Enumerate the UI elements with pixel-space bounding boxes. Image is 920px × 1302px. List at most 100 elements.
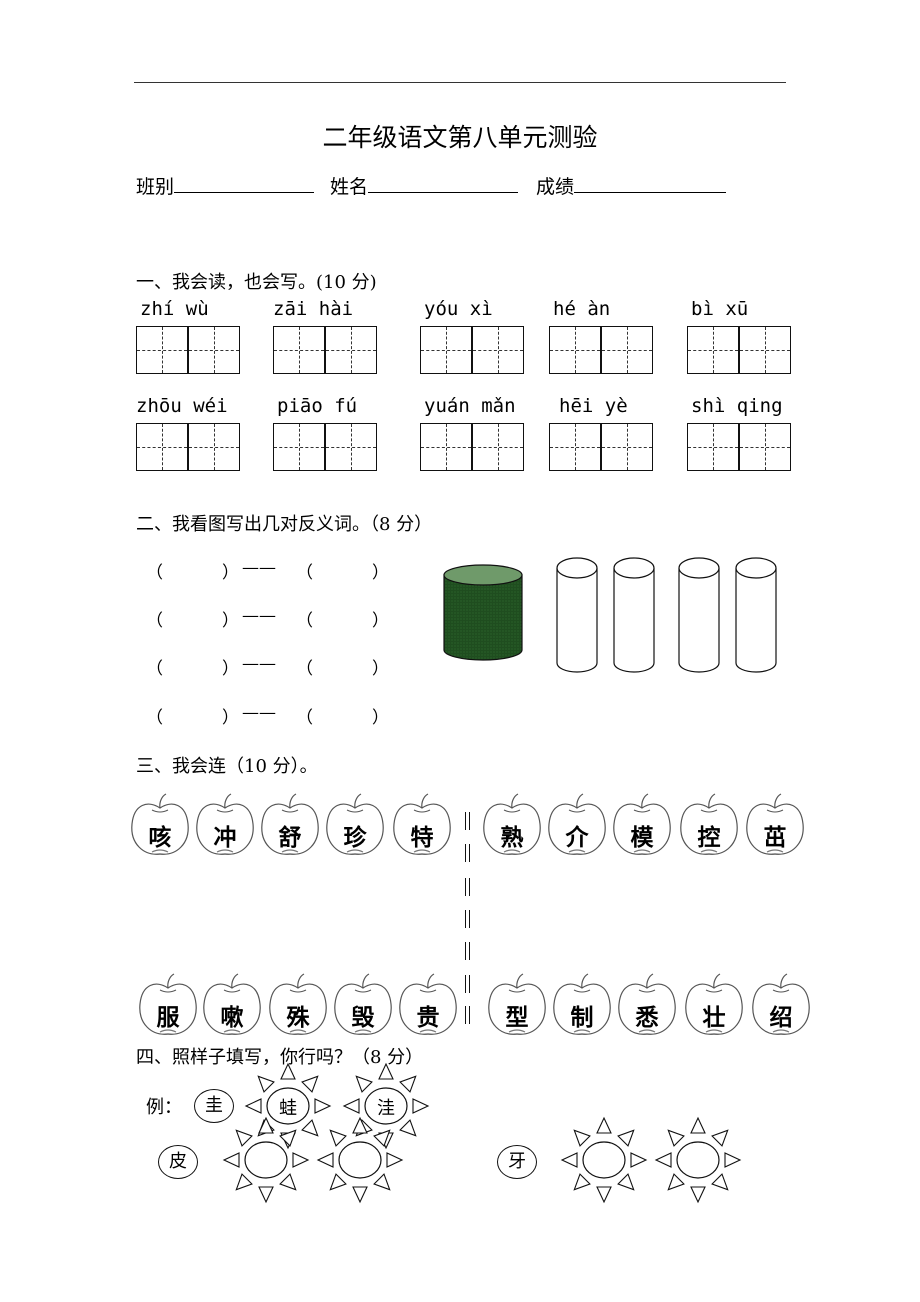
section1-title: 一、我会读，也会写。(10 分) xyxy=(136,272,377,293)
apple-card[interactable]: 殊 xyxy=(266,972,330,1040)
sun-answer-box[interactable] xyxy=(559,1115,649,1205)
apple-card[interactable]: 服 xyxy=(136,972,200,1040)
open-paren-2: （ xyxy=(296,611,313,631)
score-field: 成绩 xyxy=(536,172,727,199)
divider-mark xyxy=(465,910,470,928)
apple-character: 模 xyxy=(630,825,654,851)
close-paren-1: ） xyxy=(222,708,239,728)
sun-answer-box[interactable] xyxy=(315,1115,405,1205)
apple-card[interactable]: 制 xyxy=(550,972,614,1040)
example-label: 例： xyxy=(146,1097,182,1118)
pinyin-label: zhí wù xyxy=(140,298,209,320)
apple-card[interactable]: 舒 xyxy=(258,792,322,860)
apple-character: 悉 xyxy=(635,1005,659,1031)
short-wide-cylinder xyxy=(443,564,523,661)
apple-character: 绍 xyxy=(769,1005,793,1031)
class-blank[interactable] xyxy=(174,174,315,193)
writing-box[interactable] xyxy=(188,326,240,374)
answer-blank-2[interactable] xyxy=(314,654,370,674)
writing-box[interactable] xyxy=(136,423,188,471)
apple-character: 珍 xyxy=(343,825,367,851)
divider-mark xyxy=(465,878,470,896)
answer-blank-2[interactable] xyxy=(314,558,370,578)
answer-blank-1[interactable] xyxy=(164,606,220,626)
writing-box[interactable] xyxy=(420,423,472,471)
sun-answer-box[interactable] xyxy=(221,1115,311,1205)
open-paren-1: （ xyxy=(146,611,163,631)
apple-card[interactable]: 毁 xyxy=(331,972,395,1040)
apple-character: 型 xyxy=(505,1005,529,1031)
answer-blank-1[interactable] xyxy=(164,703,220,723)
apple-card[interactable]: 冲 xyxy=(193,792,257,860)
score-blank[interactable] xyxy=(574,174,727,193)
close-paren-2: ） xyxy=(372,611,389,631)
close-paren-2: ） xyxy=(372,708,389,728)
pinyin-label: yuán mǎn xyxy=(424,395,516,417)
tall-cylinder-2 xyxy=(613,557,655,673)
apple-character: 冲 xyxy=(213,825,237,851)
writing-box[interactable] xyxy=(549,326,601,374)
apple-card[interactable]: 绍 xyxy=(749,972,813,1040)
writing-box[interactable] xyxy=(739,423,791,471)
close-paren-1: ） xyxy=(222,611,239,631)
writing-box[interactable] xyxy=(188,423,240,471)
apple-character: 制 xyxy=(570,1005,594,1031)
tall-cylinder-4 xyxy=(735,557,777,673)
sun-icon xyxy=(560,1116,648,1204)
pinyin-label: shì qing xyxy=(691,395,783,417)
section3-title: 三、我会连（10 分）。 xyxy=(136,756,318,777)
pinyin-label: zhōu wéi xyxy=(136,395,228,417)
apple-card[interactable]: 悉 xyxy=(615,972,679,1040)
writing-box[interactable] xyxy=(420,326,472,374)
writing-box[interactable] xyxy=(325,326,377,374)
divider-mark xyxy=(465,942,470,960)
open-paren-2: （ xyxy=(296,708,313,728)
open-paren-1: （ xyxy=(146,708,163,728)
apple-card[interactable]: 模 xyxy=(610,792,674,860)
writing-box[interactable] xyxy=(687,423,739,471)
writing-box[interactable] xyxy=(273,423,325,471)
writing-box[interactable] xyxy=(687,326,739,374)
pinyin-label: piāo fú xyxy=(277,395,358,417)
writing-box[interactable] xyxy=(601,423,653,471)
dash: —— xyxy=(242,654,276,674)
name-blank[interactable] xyxy=(368,174,519,193)
close-paren-1: ） xyxy=(222,563,239,583)
open-paren-2: （ xyxy=(296,659,313,679)
answer-blank-1[interactable] xyxy=(164,654,220,674)
cylinders-figure xyxy=(443,557,777,673)
apple-card[interactable]: 控 xyxy=(677,792,741,860)
tall-cylinder-1 xyxy=(556,557,598,673)
apple-character: 嗽 xyxy=(220,1005,244,1031)
writing-box[interactable] xyxy=(273,326,325,374)
name-field: 姓名 xyxy=(330,172,519,199)
writing-box[interactable] xyxy=(472,326,524,374)
apple-card[interactable]: 熟 xyxy=(480,792,544,860)
answer-blank-2[interactable] xyxy=(314,703,370,723)
writing-box[interactable] xyxy=(549,423,601,471)
apple-character: 介 xyxy=(565,825,589,851)
apple-character: 控 xyxy=(697,825,721,851)
apple-card[interactable]: 贵 xyxy=(396,972,460,1040)
writing-box[interactable] xyxy=(601,326,653,374)
apple-card[interactable]: 珍 xyxy=(323,792,387,860)
writing-box[interactable] xyxy=(739,326,791,374)
divider-mark xyxy=(465,812,470,830)
apple-card[interactable]: 茁 xyxy=(743,792,807,860)
apple-card[interactable]: 咳 xyxy=(128,792,192,860)
writing-box[interactable] xyxy=(325,423,377,471)
answer-blank-2[interactable] xyxy=(314,606,370,626)
answer-blank-1[interactable] xyxy=(164,558,220,578)
apple-card[interactable]: 壮 xyxy=(682,972,746,1040)
sun-answer-box[interactable] xyxy=(653,1115,743,1205)
apple-character: 咳 xyxy=(148,825,172,851)
apple-card[interactable]: 型 xyxy=(485,972,549,1040)
writing-box[interactable] xyxy=(136,326,188,374)
tall-cylinder-3 xyxy=(678,557,720,673)
writing-box[interactable] xyxy=(472,423,524,471)
apple-character: 服 xyxy=(156,1005,180,1031)
open-paren-2: （ xyxy=(296,563,313,583)
apple-card[interactable]: 介 xyxy=(545,792,609,860)
apple-card[interactable]: 特 xyxy=(390,792,454,860)
apple-card[interactable]: 嗽 xyxy=(200,972,264,1040)
